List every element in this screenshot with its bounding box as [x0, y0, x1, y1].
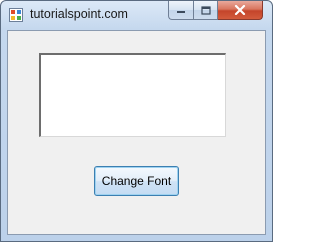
title-bar[interactable]: tutorialspoint.com — [1, 1, 272, 29]
window-title: tutorialspoint.com — [30, 7, 128, 21]
minimize-icon — [177, 11, 185, 13]
winforms-app-icon — [9, 8, 23, 22]
maximize-button[interactable] — [193, 1, 218, 20]
close-icon — [234, 5, 246, 15]
change-font-button[interactable]: Change Font — [94, 166, 179, 196]
close-button[interactable] — [218, 1, 263, 20]
maximize-icon — [200, 5, 211, 15]
text-box[interactable] — [39, 53, 226, 137]
window-controls — [168, 1, 263, 20]
app-window: tutorialspoint.com Change Font — [0, 0, 273, 242]
form-client-area: Change Font — [7, 30, 266, 235]
minimize-button[interactable] — [168, 1, 193, 20]
